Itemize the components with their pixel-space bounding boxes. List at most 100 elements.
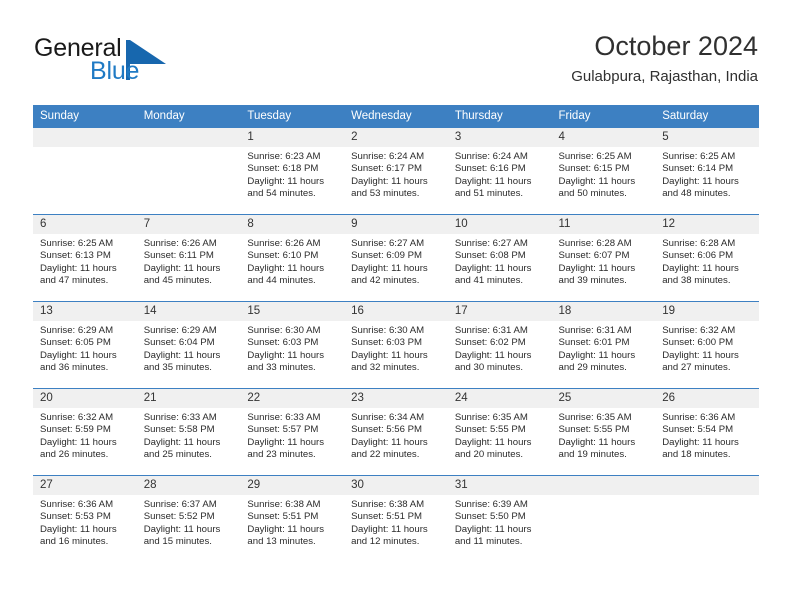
sunset-text: Sunset: 5:53 PM xyxy=(40,511,111,523)
sunset-text: Sunset: 6:15 PM xyxy=(558,163,630,175)
daylight-text: Daylight: 11 hours and 22 minutes. xyxy=(351,436,428,461)
sunrise-text: Sunrise: 6:29 AM xyxy=(40,325,114,336)
day-number: 2 xyxy=(344,128,448,147)
calendar-day-cell[interactable]: 23 Sunrise: 6:34 AM Sunset: 5:56 PM Dayligh… xyxy=(344,388,448,476)
general-blue-logo[interactable]: General Blue xyxy=(34,34,214,90)
calendar-day-cell[interactable]: 6 Sunrise: 6:25 AM Sunset: 6:13 PM Daylight… xyxy=(33,214,137,302)
sunrise-text: Sunrise: 6:25 AM xyxy=(558,151,632,162)
day-details: Sunrise: 6:30 AM Sunset: 6:03 PM Daylight:… xyxy=(344,321,448,375)
day-details: Sunrise: 6:35 AM Sunset: 5:55 PM Daylight:… xyxy=(552,408,656,462)
sunset-text: Sunset: 6:08 PM xyxy=(454,250,526,262)
sunset-text: Sunset: 6:10 PM xyxy=(247,250,319,262)
day-number xyxy=(655,476,759,495)
daylight-text: Daylight: 11 hours and 18 minutes. xyxy=(662,436,739,461)
day-number: 21 xyxy=(136,389,241,408)
day-number: 17 xyxy=(447,302,552,321)
daylight-text: Daylight: 11 hours and 36 minutes. xyxy=(40,349,117,374)
weekday-header-friday: Friday xyxy=(551,105,656,128)
daylight-text: Daylight: 11 hours and 23 minutes. xyxy=(247,436,325,461)
sunrise-text: Sunrise: 6:35 AM xyxy=(454,412,528,423)
calendar-day-cell[interactable]: 18 Sunrise: 6:31 AM Sunset: 6:01 PM Dayligh… xyxy=(551,301,656,389)
calendar-day-cell[interactable]: 31 Sunrise: 6:39 AM Sunset: 5:50 PM Dayligh… xyxy=(447,475,552,563)
calendar-day-cell[interactable]: 20 Sunrise: 6:32 AM Sunset: 5:59 PM Dayligh… xyxy=(33,388,137,476)
sunset-text: Sunset: 5:56 PM xyxy=(351,424,423,436)
day-number: 4 xyxy=(551,128,656,147)
calendar-body: 1 Sunrise: 6:23 AM Sunset: 6:18 PM Daylight… xyxy=(33,127,759,563)
calendar-day-cell[interactable]: 29 Sunrise: 6:38 AM Sunset: 5:51 PM Dayligh… xyxy=(240,475,345,563)
weekday-header-monday: Monday xyxy=(136,105,241,128)
calendar-day-cell[interactable]: 13 Sunrise: 6:29 AM Sunset: 6:05 PM Dayligh… xyxy=(33,301,137,389)
day-number: 7 xyxy=(136,215,241,234)
calendar-day-cell[interactable]: 25 Sunrise: 6:35 AM Sunset: 5:55 PM Dayligh… xyxy=(551,388,656,476)
day-number: 3 xyxy=(447,128,552,147)
sunrise-text: Sunrise: 6:36 AM xyxy=(40,499,114,510)
sunset-text: Sunset: 6:17 PM xyxy=(351,163,423,175)
sunset-text: Sunset: 5:55 PM xyxy=(454,424,526,436)
sunset-text: Sunset: 6:09 PM xyxy=(351,250,423,262)
day-details: Sunrise: 6:29 AM Sunset: 6:04 PM Daylight:… xyxy=(137,321,241,375)
sunset-text: Sunset: 5:54 PM xyxy=(662,424,734,436)
daylight-text: Daylight: 11 hours and 50 minutes. xyxy=(558,175,636,200)
calendar-day-cell[interactable]: 28 Sunrise: 6:37 AM Sunset: 5:52 PM Dayligh… xyxy=(136,475,241,563)
day-details: Sunrise: 6:33 AM Sunset: 5:58 PM Daylight:… xyxy=(137,408,241,462)
daylight-text: Daylight: 11 hours and 16 minutes. xyxy=(40,523,117,548)
daylight-text: Daylight: 11 hours and 19 minutes. xyxy=(558,436,636,461)
daylight-text: Daylight: 11 hours and 44 minutes. xyxy=(247,262,325,287)
day-number: 16 xyxy=(344,302,448,321)
calendar-day-cell[interactable]: 16 Sunrise: 6:30 AM Sunset: 6:03 PM Dayligh… xyxy=(344,301,448,389)
day-number: 1 xyxy=(240,128,345,147)
day-number: 11 xyxy=(551,215,656,234)
calendar-day-cell[interactable]: 15 Sunrise: 6:30 AM Sunset: 6:03 PM Dayligh… xyxy=(240,301,345,389)
title-block: October 2024 Gulabpura, Rajasthan, India xyxy=(571,30,758,88)
sunset-text: Sunset: 5:50 PM xyxy=(454,511,526,523)
daylight-text: Daylight: 11 hours and 25 minutes. xyxy=(143,436,221,461)
calendar-day-cell[interactable]: 9 Sunrise: 6:27 AM Sunset: 6:09 PM Daylight… xyxy=(344,214,448,302)
day-number: 24 xyxy=(447,389,552,408)
day-number: 19 xyxy=(655,302,759,321)
calendar-day-cell[interactable]: 8 Sunrise: 6:26 AM Sunset: 6:10 PM Daylight… xyxy=(240,214,345,302)
sunrise-text: Sunrise: 6:27 AM xyxy=(454,238,528,249)
sunset-text: Sunset: 6:01 PM xyxy=(558,337,630,349)
logo-text-blue: Blue xyxy=(90,57,140,85)
calendar-day-cell[interactable]: 11 Sunrise: 6:28 AM Sunset: 6:07 PM Dayligh… xyxy=(551,214,656,302)
sunset-text: Sunset: 6:07 PM xyxy=(558,250,630,262)
sunset-text: Sunset: 6:11 PM xyxy=(143,250,214,262)
calendar-day-cell[interactable]: 2 Sunrise: 6:24 AM Sunset: 6:17 PM Daylight… xyxy=(344,127,448,215)
sunset-text: Sunset: 6:18 PM xyxy=(247,163,319,175)
calendar-day-cell[interactable]: 1 Sunrise: 6:23 AM Sunset: 6:18 PM Daylight… xyxy=(240,127,345,215)
day-number: 12 xyxy=(655,215,759,234)
daylight-text: Daylight: 11 hours and 15 minutes. xyxy=(143,523,221,548)
day-number: 27 xyxy=(33,476,137,495)
calendar-day-cell[interactable]: 5 Sunrise: 6:25 AM Sunset: 6:14 PM Daylight… xyxy=(655,127,759,215)
day-number: 20 xyxy=(33,389,137,408)
day-number: 26 xyxy=(655,389,759,408)
calendar-day-cell[interactable]: 3 Sunrise: 6:24 AM Sunset: 6:16 PM Daylight… xyxy=(447,127,552,215)
calendar-day-cell[interactable]: 26 Sunrise: 6:36 AM Sunset: 5:54 PM Dayligh… xyxy=(655,388,759,476)
calendar-day-cell[interactable]: 27 Sunrise: 6:36 AM Sunset: 5:53 PM Dayligh… xyxy=(33,475,137,563)
daylight-text: Daylight: 11 hours and 20 minutes. xyxy=(454,436,532,461)
day-details: Sunrise: 6:38 AM Sunset: 5:51 PM Daylight:… xyxy=(240,495,344,549)
page-header: General Blue October 2024 Gulabpura, Raj… xyxy=(34,30,758,92)
calendar-day-cell[interactable]: 17 Sunrise: 6:31 AM Sunset: 6:02 PM Dayligh… xyxy=(447,301,552,389)
location-subtitle: Gulabpura, Rajasthan, India xyxy=(571,68,758,85)
calendar-day-cell[interactable]: 10 Sunrise: 6:27 AM Sunset: 6:08 PM Dayligh… xyxy=(447,214,552,302)
calendar-day-cell[interactable]: 19 Sunrise: 6:32 AM Sunset: 6:00 PM Dayligh… xyxy=(655,301,759,389)
calendar-day-cell-empty xyxy=(655,475,759,563)
day-number: 22 xyxy=(240,389,345,408)
calendar-day-cell[interactable]: 21 Sunrise: 6:33 AM Sunset: 5:58 PM Dayligh… xyxy=(136,388,241,476)
calendar-day-cell[interactable]: 12 Sunrise: 6:28 AM Sunset: 6:06 PM Dayligh… xyxy=(655,214,759,302)
daylight-text: Daylight: 11 hours and 41 minutes. xyxy=(454,262,532,287)
sunrise-text: Sunrise: 6:34 AM xyxy=(351,412,425,423)
daylight-text: Daylight: 11 hours and 26 minutes. xyxy=(40,436,117,461)
calendar-day-cell[interactable]: 14 Sunrise: 6:29 AM Sunset: 6:04 PM Dayligh… xyxy=(136,301,241,389)
sunset-text: Sunset: 5:51 PM xyxy=(247,511,319,523)
day-details: Sunrise: 6:27 AM Sunset: 6:09 PM Daylight:… xyxy=(344,234,448,288)
calendar-day-cell[interactable]: 7 Sunrise: 6:26 AM Sunset: 6:11 PM Daylight… xyxy=(136,214,241,302)
day-details: Sunrise: 6:33 AM Sunset: 5:57 PM Daylight:… xyxy=(240,408,344,462)
weekday-header-saturday: Saturday xyxy=(655,105,759,128)
calendar-day-cell[interactable]: 30 Sunrise: 6:38 AM Sunset: 5:51 PM Dayligh… xyxy=(344,475,448,563)
calendar-day-cell[interactable]: 24 Sunrise: 6:35 AM Sunset: 5:55 PM Dayligh… xyxy=(447,388,552,476)
calendar-day-cell[interactable]: 22 Sunrise: 6:33 AM Sunset: 5:57 PM Dayligh… xyxy=(240,388,345,476)
sunrise-text: Sunrise: 6:38 AM xyxy=(351,499,425,510)
calendar-day-cell[interactable]: 4 Sunrise: 6:25 AM Sunset: 6:15 PM Daylight… xyxy=(551,127,656,215)
